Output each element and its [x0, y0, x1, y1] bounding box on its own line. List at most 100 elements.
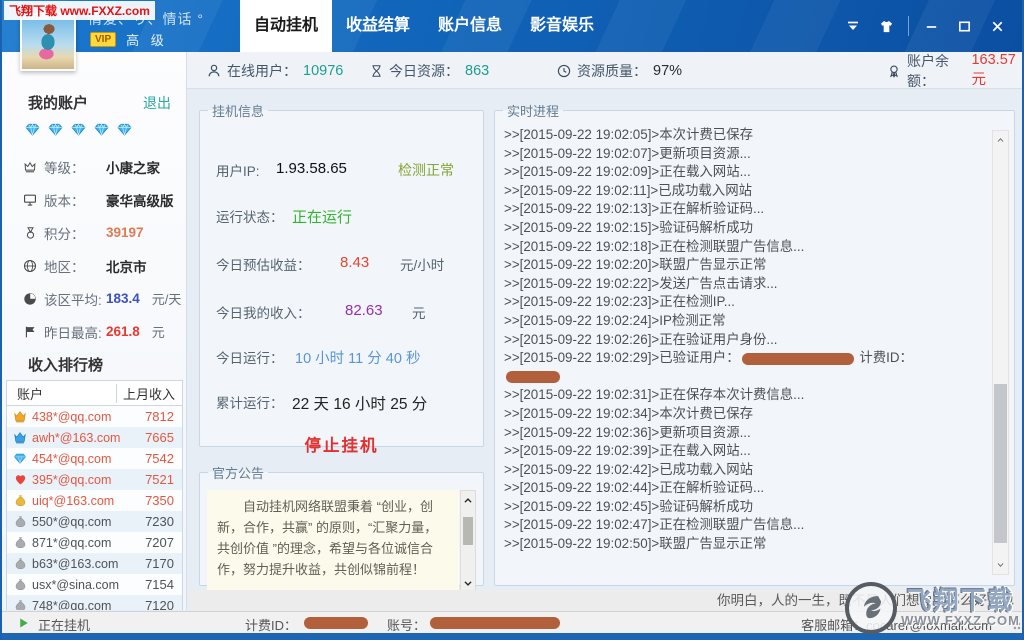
today-runtime-value: 10 小时 11 分 40 秒: [295, 347, 420, 368]
tab-account-info[interactable]: 账户信息: [424, 0, 516, 52]
field-points: 积分：39197: [2, 216, 187, 249]
sidebar-title: 我的账户: [28, 92, 88, 113]
ranking-header: 账户 上月收入: [7, 381, 182, 406]
log-line: >>[2015-09-22 19:02:34]>本次计费已保存: [504, 405, 986, 424]
announcement-text[interactable]: 自动挂机网络联盟秉着 “创业，创新，合作，共赢” 的原则，“汇聚力量，共创价值 …: [207, 490, 459, 594]
skin-icon[interactable]: [875, 15, 897, 37]
monitor-icon: [16, 193, 44, 207]
diamond-icon: [24, 122, 41, 137]
diamond-icon: [116, 122, 133, 137]
tab-media-entertainment[interactable]: 影音娱乐: [516, 0, 608, 52]
flag-icon: [16, 325, 44, 339]
diamond-icon: [93, 122, 110, 137]
hourglass-icon: [370, 64, 383, 78]
play-icon: [18, 617, 30, 629]
scrollbar-thumb[interactable]: [463, 517, 473, 545]
minimize-icon[interactable]: [920, 15, 942, 37]
log-line: >>[2015-09-22 19:02:24]>IP检测正常: [504, 312, 986, 331]
log-line: >>[2015-09-22 19:02:29]>已验证用户： 计费ID：: [504, 349, 986, 368]
log-line: >>[2015-09-22 19:02:47]>正在检测联盟广告信息...: [504, 516, 986, 535]
ip-row: 用户IP: 1.93.58.65 检测正常: [200, 160, 483, 180]
chevron-up-icon[interactable]: [993, 132, 1008, 148]
today-runtime-label: 今日运行：: [216, 347, 284, 367]
crown-blue-icon: [12, 431, 28, 444]
medal-icon: [16, 226, 44, 240]
chevron-down-icon[interactable]: [461, 576, 475, 591]
watermark-url: WWW.FXXZ.COM: [901, 614, 1020, 628]
log-line: >>[2015-09-22 19:02:44]>正在解析验证码...: [504, 479, 986, 498]
watermark-title: 飞翔下载: [907, 588, 1015, 614]
stat-today-resources: 今日资源：863: [370, 52, 489, 89]
ranking-title: 收入排行榜: [28, 354, 103, 375]
ranking-row: 395*@qq.com7521: [7, 469, 182, 490]
diamond-icon: [47, 122, 64, 137]
ip-check-link[interactable]: 检测正常: [398, 160, 454, 180]
estimate-unit: 元/小时: [400, 254, 444, 274]
moneybag-icon: [12, 515, 28, 528]
vip-line: VIP 高 级: [90, 30, 168, 49]
process-log-panel: 实时进程 >>[2015-09-22 19:02:05]>本次计费已保存>>[2…: [494, 101, 1015, 586]
income-label: 今日我的收入：: [216, 302, 311, 322]
account-label: 账号：: [387, 615, 426, 634]
crown-icon: [16, 160, 44, 173]
announcement-scrollbar[interactable]: [460, 490, 476, 594]
income-value: 82.63: [345, 302, 383, 319]
logout-link[interactable]: 退出: [143, 93, 171, 113]
redacted-billing-id: [304, 617, 368, 629]
watermark-logo-icon: [845, 582, 897, 634]
stop-hangup-button[interactable]: 停止挂机: [305, 432, 379, 456]
maximize-icon[interactable]: [953, 15, 975, 37]
redacted-account: [430, 617, 560, 629]
chevron-up-icon[interactable]: [461, 493, 475, 508]
log-line: >>[2015-09-22 19:02:31]>正在保存本次计费信息...: [504, 386, 986, 405]
today-runtime-row: 今日运行： 10 小时 11 分 40 秒: [200, 347, 483, 367]
diamond-row: [24, 122, 133, 137]
billing-id-label: 计费ID：: [245, 615, 297, 634]
moneybag-icon: [12, 536, 28, 549]
ranking-row: uiq*@163.com7350: [7, 490, 182, 511]
process-log-legend: 实时进程: [503, 101, 563, 120]
close-icon[interactable]: [986, 15, 1008, 37]
moneybag-icon: [12, 557, 28, 570]
log-line: >>[2015-09-22 19:02:09]>正在载入网站...: [504, 163, 986, 182]
stat-online-users: 在线用户：10976: [207, 52, 343, 89]
scrollbar-thumb[interactable]: [994, 384, 1007, 543]
ranking-row: 438*@qq.com7812: [7, 406, 182, 427]
total-runtime-label: 累计运行：: [216, 392, 284, 412]
log-line: >>[2015-09-22 19:02:26]>正在验证用户身份...: [504, 331, 986, 350]
ranking-row: 550*@qq.com7230: [7, 511, 182, 532]
ranking-col-account: 账户: [7, 384, 116, 403]
ranking-table: 账户 上月收入 438*@qq.com7812awh*@163.com76654…: [6, 380, 183, 610]
field-version: 版本：豪华高级版: [2, 183, 187, 216]
income-unit: 元: [412, 302, 426, 322]
stat-resource-quality: 资源质量：97%: [557, 52, 682, 89]
diamond-icon: [70, 122, 87, 137]
ranking-body: 438*@qq.com7812awh*@163.com7665454*@qq.c…: [7, 406, 182, 610]
estimate-row: 今日预估收益： 8.43 元/小时: [200, 254, 483, 274]
ranking-row: 454*@qq.com7542: [7, 448, 182, 469]
sidebar-fields: 等级：小康之家版本：豪华高级版积分：39197地区：北京市该区平均:183.4元…: [2, 150, 187, 348]
account-sidebar: 我的账户 退出 等级：小康之家版本：豪华高级版积分：39197地区：北京市该区平…: [2, 52, 187, 610]
log-line: >>[2015-09-22 19:02:39]>正在载入网站...: [504, 442, 986, 461]
gem-icon: [12, 452, 28, 465]
log-scrollbar[interactable]: [992, 130, 1009, 575]
log-line: >>[2015-09-22 19:02:13]>正在解析验证码...: [504, 200, 986, 219]
hangup-info-legend: 挂机信息: [208, 101, 268, 120]
ranking-row: usx*@sina.com7154: [7, 574, 182, 595]
field-region-average: 该区平均:183.4元/天: [2, 282, 187, 315]
user-avatar[interactable]: [20, 13, 76, 71]
chevron-down-icon[interactable]: [993, 557, 1008, 573]
log-lines[interactable]: >>[2015-09-22 19:02:05]>本次计费已保存>>[2015-0…: [504, 126, 986, 554]
log-line: >>[2015-09-22 19:02:11]>已成功载入网站: [504, 182, 986, 201]
log-line: >>[2015-09-22 19:02:45]>验证码解析成功: [504, 498, 986, 517]
skin-menu-icon[interactable]: [842, 15, 864, 37]
hangup-info-panel: 挂机信息 用户IP: 1.93.58.65 检测正常 运行状态： 正在运行 今日…: [199, 101, 484, 447]
stat-account-balance: 账户余额：163.57 元: [887, 52, 1024, 89]
online-users-icon: [207, 64, 221, 78]
log-line: >>[2015-09-22 19:02:07]>更新项目资源...: [504, 145, 986, 164]
tab-earnings-settlement[interactable]: 收益结算: [332, 0, 424, 52]
tab-auto-hangup[interactable]: 自动挂机: [240, 0, 332, 52]
log-line: [504, 368, 986, 387]
stats-bar: 在线用户：10976 今日资源：863 资源质量：97% 账户余额：163.57 元: [187, 52, 1024, 89]
ranking-row: 871*@qq.com7207: [7, 532, 182, 553]
